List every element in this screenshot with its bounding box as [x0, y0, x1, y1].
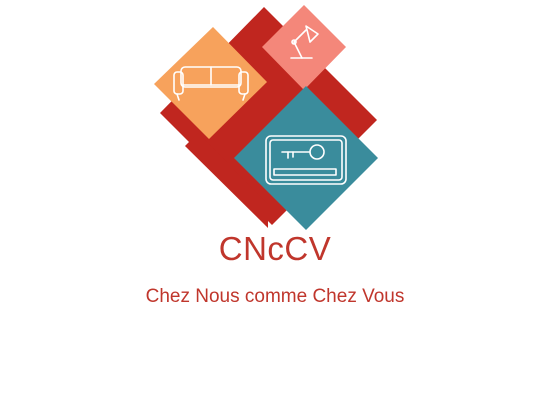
logo-graphic — [154, 5, 378, 230]
logo: CNcCV Chez Nous comme Chez Vous — [0, 0, 550, 400]
brand-name: CNcCV — [218, 230, 332, 267]
brand-tagline: Chez Nous comme Chez Vous — [145, 286, 405, 307]
